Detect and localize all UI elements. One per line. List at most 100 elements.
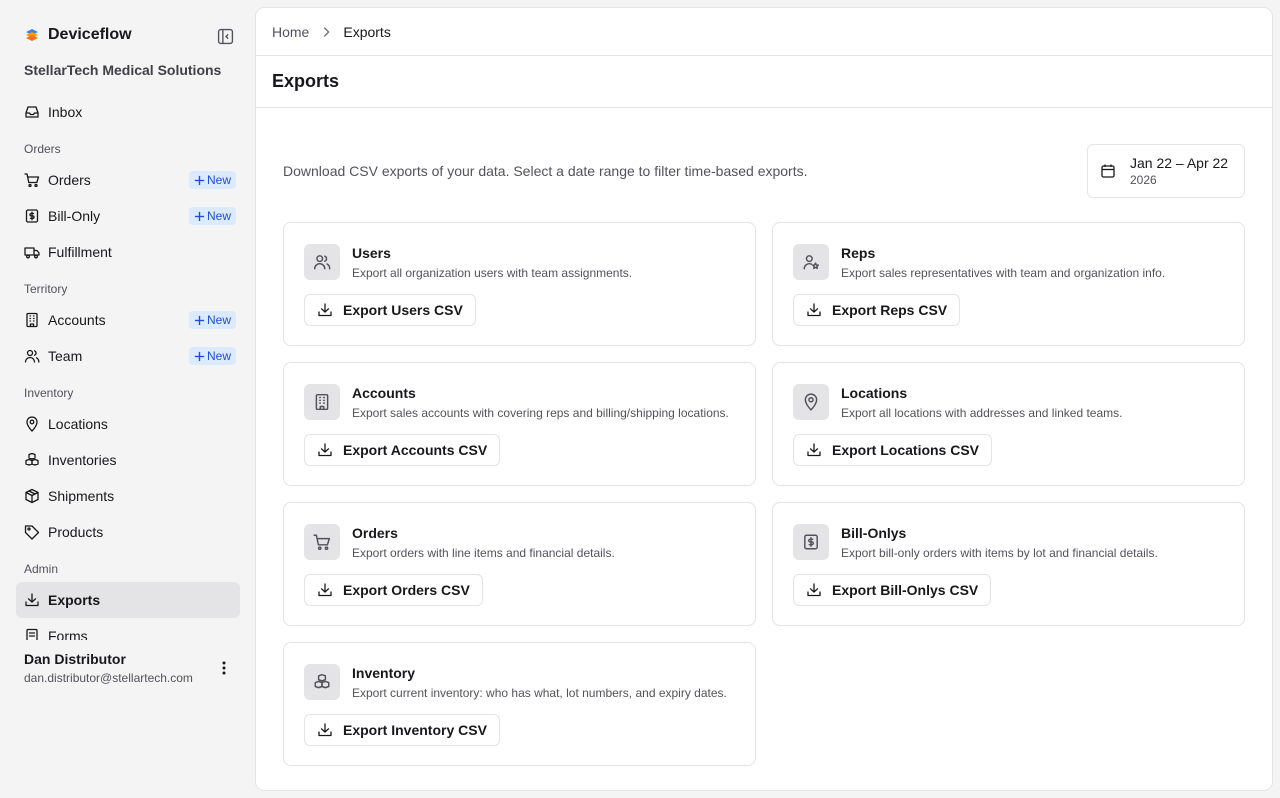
card-title: Orders bbox=[352, 525, 398, 541]
export-bill-onlys-csv-button[interactable]: Export Bill-Onlys CSV bbox=[793, 574, 992, 606]
download-icon bbox=[807, 303, 821, 317]
sidebar-item-label: Bill-Only bbox=[48, 208, 101, 224]
sidebar-item-inventories[interactable]: Inventories bbox=[16, 442, 240, 478]
nav-icon bbox=[24, 488, 40, 504]
sidebar: Deviceflow StellarTech Medical Solutions… bbox=[0, 0, 256, 798]
building-icon bbox=[26, 312, 38, 328]
export-orders-csv-button[interactable]: Export Orders CSV bbox=[304, 574, 483, 606]
sidebar-item-label: Team bbox=[48, 348, 83, 364]
boxes-icon bbox=[314, 673, 330, 689]
download-icon bbox=[318, 583, 332, 597]
page-title: Exports bbox=[272, 71, 340, 91]
nav-icon bbox=[24, 172, 40, 188]
sidebar-item-label: Accounts bbox=[48, 312, 106, 328]
nav-section-admin: Admin bbox=[24, 562, 59, 576]
users-icon bbox=[313, 255, 331, 270]
nav-icon bbox=[24, 524, 40, 540]
card-icon bbox=[304, 664, 340, 700]
download-icon bbox=[25, 593, 39, 607]
nav-icon bbox=[24, 416, 40, 432]
download-icon bbox=[318, 303, 332, 317]
new-badge-label: New bbox=[206, 209, 231, 223]
date-range-picker[interactable]: Jan 22 – Apr 22 2026 bbox=[1087, 144, 1245, 198]
sidebar-collapse-button[interactable] bbox=[216, 27, 234, 45]
breadcrumb-home-link[interactable]: Home bbox=[272, 24, 309, 40]
export-card-users: Users Export all organization users with … bbox=[283, 222, 756, 346]
sidebar-item-products[interactable]: Products bbox=[16, 514, 240, 550]
export-card-orders: Orders Export orders with line items and … bbox=[283, 502, 756, 626]
user-email: dan.distributor@stellartech.com bbox=[24, 671, 193, 685]
sidebar-item-label: Inbox bbox=[48, 104, 83, 120]
sidebar-item-exports[interactable]: Exports bbox=[16, 582, 240, 618]
package-icon bbox=[25, 488, 39, 504]
sidebar-nav: Inbox Orders Orders New Bill-Only New Fulfillm… bbox=[16, 94, 240, 640]
cart-icon bbox=[313, 534, 331, 551]
receipt-icon bbox=[804, 534, 818, 550]
sidebar-item-inbox[interactable]: Inbox bbox=[16, 94, 240, 130]
user-profile[interactable]: Dan Distributor dan.distributor@stellart… bbox=[24, 651, 193, 685]
form-icon bbox=[26, 628, 38, 640]
sidebar-item-orders[interactable]: Orders New bbox=[16, 162, 240, 198]
card-icon bbox=[793, 384, 829, 420]
nav-section-orders: Orders bbox=[24, 142, 61, 156]
card-description: Export sales representatives with team a… bbox=[841, 266, 1166, 280]
export-locations-csv-button[interactable]: Export Locations CSV bbox=[793, 434, 993, 466]
boxes-icon bbox=[25, 452, 39, 466]
card-description: Export all locations with addresses and … bbox=[841, 406, 1123, 420]
page-header: Exports bbox=[256, 56, 1272, 108]
more-vertical-icon bbox=[222, 661, 226, 675]
export-users-csv-button[interactable]: Export Users CSV bbox=[304, 294, 476, 326]
card-icon bbox=[304, 244, 340, 280]
breadcrumb-current: Exports bbox=[343, 23, 391, 40]
card-description: Export sales accounts with covering reps… bbox=[352, 406, 729, 420]
page-description: Download CSV exports of your data. Selec… bbox=[283, 163, 808, 179]
export-accounts-csv-button[interactable]: Export Accounts CSV bbox=[304, 434, 501, 466]
panel-left-icon bbox=[217, 28, 233, 44]
export-card-locations: Locations Export all locations with addre… bbox=[772, 362, 1245, 486]
brand[interactable]: Deviceflow bbox=[24, 26, 132, 44]
export-button-label: Export Accounts CSV bbox=[343, 442, 488, 458]
card-description: Export all organization users with team … bbox=[352, 266, 633, 280]
sidebar-item-label: Products bbox=[48, 524, 104, 540]
export-button-label: Export Inventory CSV bbox=[343, 722, 487, 738]
card-icon bbox=[793, 524, 829, 560]
sidebar-item-accounts[interactable]: Accounts New bbox=[16, 302, 240, 338]
export-button-label: Export Orders CSV bbox=[343, 582, 470, 598]
sidebar-item-team[interactable]: Team New bbox=[16, 338, 240, 374]
sidebar-item-label: Fulfillment bbox=[48, 244, 112, 260]
card-icon bbox=[304, 524, 340, 560]
new-badge-label: New bbox=[206, 349, 231, 363]
sidebar-item-locations[interactable]: Locations bbox=[16, 406, 240, 442]
new-badge-label: New bbox=[206, 313, 231, 327]
new-team-button[interactable]: New bbox=[188, 347, 236, 365]
plus-icon bbox=[194, 315, 205, 325]
export-button-label: Export Locations CSV bbox=[832, 442, 980, 458]
new-bill-only-button[interactable]: New bbox=[188, 207, 236, 225]
new-accounts-button[interactable]: New bbox=[188, 311, 236, 329]
sidebar-item-bill-only[interactable]: Bill-Only New bbox=[16, 198, 240, 234]
card-title: Bill-Onlys bbox=[841, 525, 907, 541]
receipt-icon bbox=[25, 209, 39, 223]
export-button-label: Export Bill-Onlys CSV bbox=[832, 582, 979, 598]
user-menu-button[interactable] bbox=[216, 659, 232, 677]
download-icon bbox=[318, 723, 332, 737]
calendar-icon bbox=[1101, 164, 1115, 178]
sidebar-item-shipments[interactable]: Shipments bbox=[16, 478, 240, 514]
card-title: Users bbox=[352, 245, 391, 261]
export-button-label: Export Reps CSV bbox=[832, 302, 948, 318]
nav-icon bbox=[24, 244, 40, 260]
sidebar-item-fulfillment[interactable]: Fulfillment bbox=[16, 234, 240, 270]
card-title: Inventory bbox=[352, 665, 416, 681]
plus-icon bbox=[194, 211, 205, 221]
export-reps-csv-button[interactable]: Export Reps CSV bbox=[793, 294, 961, 326]
nav-icon bbox=[24, 628, 40, 640]
download-icon bbox=[318, 443, 332, 457]
export-inventory-csv-button[interactable]: Export Inventory CSV bbox=[304, 714, 500, 746]
card-icon bbox=[304, 384, 340, 420]
sidebar-item-label: Exports bbox=[48, 592, 101, 608]
new-orders-button[interactable]: New bbox=[188, 171, 236, 189]
sidebar-item-label: Locations bbox=[48, 416, 108, 432]
plus-icon bbox=[194, 351, 205, 361]
sidebar-item-forms[interactable]: Forms bbox=[16, 618, 240, 640]
tag-icon bbox=[24, 525, 40, 540]
